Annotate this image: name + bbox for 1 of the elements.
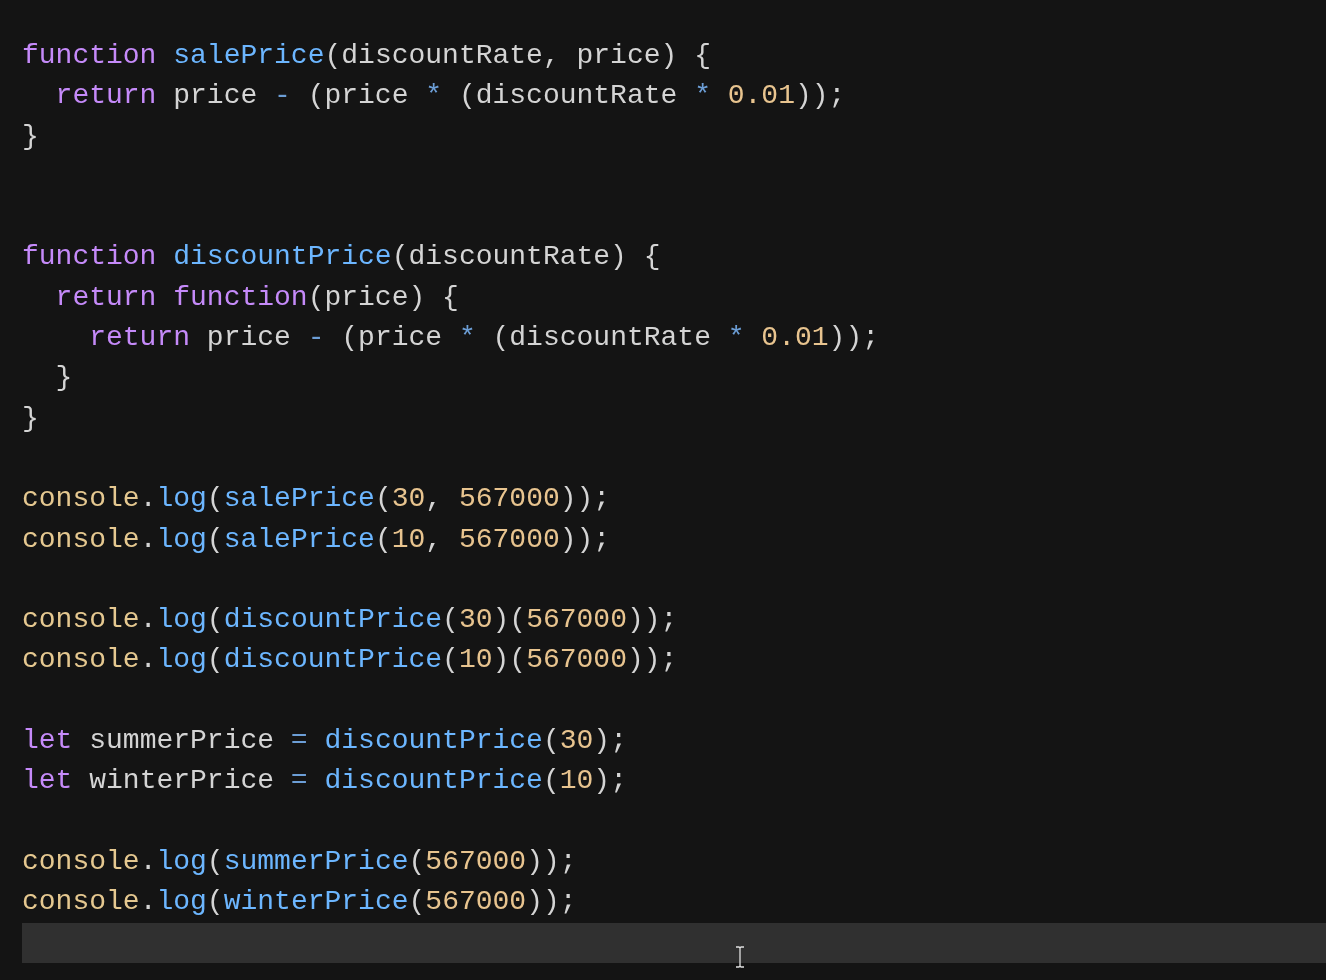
text-cursor-icon [735, 946, 745, 968]
